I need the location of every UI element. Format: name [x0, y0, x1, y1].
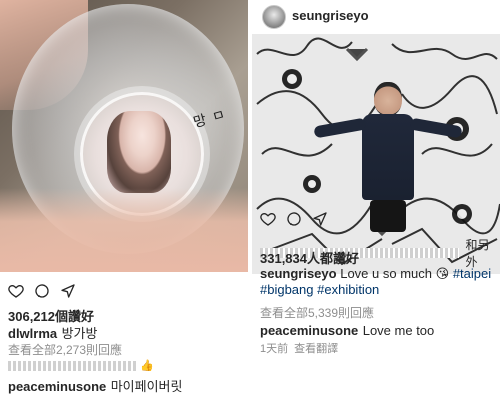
right-comment: peaceminusone Love me too: [260, 322, 434, 340]
heart-icon[interactable]: [8, 283, 24, 299]
left-action-bar: [8, 283, 76, 299]
comment-text: 마이페이버릿: [110, 379, 183, 394]
comment-username[interactable]: peaceminusone: [260, 323, 358, 338]
comment-username[interactable]: peaceminusone: [8, 379, 106, 394]
person: [313, 82, 463, 232]
heart-icon[interactable]: [260, 211, 276, 227]
right-post-header: seungriseyo: [252, 0, 500, 34]
portrait-image: [107, 111, 171, 193]
comment-text: Love me too: [362, 323, 435, 338]
emoji: 😘: [435, 266, 450, 281]
hand-bottom: [0, 188, 248, 272]
caption-username[interactable]: seungriseyo: [260, 266, 337, 281]
right-view-comments[interactable]: 查看全部5,339則回應: [260, 304, 374, 321]
left-comment: peaceminusone 마이페이버릿: [8, 376, 182, 396]
redacted-text: [8, 360, 136, 371]
comment-icon[interactable]: [286, 211, 302, 227]
share-icon[interactable]: [312, 211, 328, 227]
caption-username[interactable]: dlwlrma: [8, 326, 57, 341]
comment-icon[interactable]: [34, 283, 50, 299]
hashtag-exhibition[interactable]: #exhibition: [317, 282, 379, 297]
post-time: 1天前: [260, 343, 289, 355]
avatar[interactable]: [262, 5, 286, 29]
right-caption: seungriseyo Love u so much 😘 #taipei #bi…: [260, 266, 496, 298]
hashtag-taipei[interactable]: #taipei: [453, 266, 491, 281]
left-view-comments[interactable]: 查看全部2,273則回應: [8, 341, 122, 358]
liked-by-suffix: 和另外: [465, 238, 490, 269]
caption-text: Love u so much: [340, 266, 432, 281]
hashtag-bigbang[interactable]: #bigbang: [260, 282, 314, 297]
share-icon[interactable]: [60, 283, 76, 299]
caption-text: 방가방: [61, 326, 98, 341]
header-username[interactable]: seungriseyo: [292, 8, 369, 23]
left-redacted-line: 👍: [8, 359, 154, 372]
left-post-photo[interactable]: 망 ㅁ: [0, 0, 248, 272]
emoji-icon: 👍: [140, 360, 154, 372]
right-meta: 1天前 查看翻譯: [260, 340, 338, 356]
left-caption: dlwlrma 방가방: [8, 323, 97, 343]
right-likes: 331,834人都讚好: [260, 251, 359, 266]
right-action-bar: [260, 211, 328, 227]
translate-link[interactable]: 查看翻譯: [294, 340, 338, 356]
